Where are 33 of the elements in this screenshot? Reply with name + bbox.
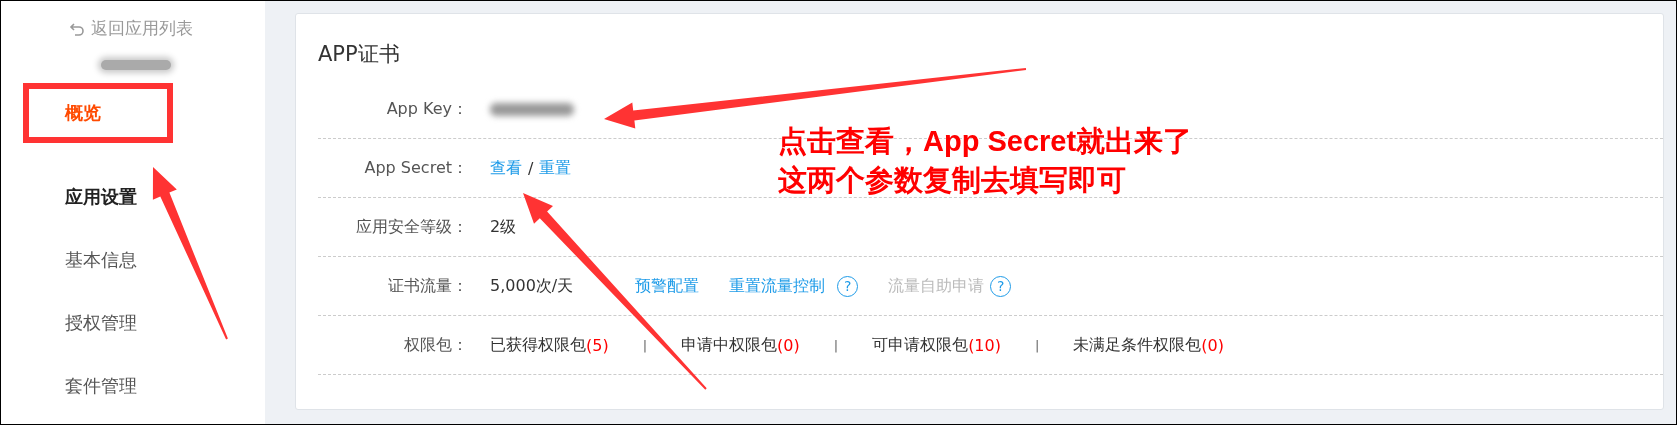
- card-title: APP证书: [318, 41, 400, 68]
- field-label: App Key：: [385, 98, 469, 120]
- sidebar-item[interactable]: 概览: [23, 83, 173, 143]
- sidebar-item[interactable]: 套件管理: [23, 356, 143, 416]
- undo-icon: [69, 20, 85, 37]
- field-value: 可申请权限包: [872, 334, 969, 356]
- field-value: 2级: [490, 216, 517, 238]
- sidebar-item[interactable]: 授权管理: [23, 293, 143, 353]
- count: (0): [1201, 335, 1225, 355]
- count: (0): [777, 335, 800, 355]
- link[interactable]: 查看: [490, 157, 522, 179]
- annotation-text: 点击查看，App Secret就出来了: [778, 124, 1193, 159]
- field-value: /: [528, 158, 534, 178]
- field-label: 权限包：: [403, 334, 469, 356]
- field-label: 证书流量：: [387, 275, 469, 297]
- separator: |: [642, 337, 648, 353]
- back-link[interactable]: 返回应用列表: [69, 17, 193, 40]
- sidebar-item[interactable]: 基本信息: [23, 230, 143, 290]
- field-value: 未满足条件权限包: [1073, 334, 1202, 356]
- annotation-text: 这两个参数复制去填写即可: [778, 162, 1127, 198]
- field-label: App Secret：: [363, 157, 469, 179]
- separator: |: [1034, 337, 1040, 353]
- field-value: 5,000次/天: [490, 275, 574, 297]
- field-value: 已获得权限包: [490, 334, 586, 356]
- link[interactable]: 预警配置: [635, 275, 700, 297]
- sidebar-item[interactable]: 应用设置: [23, 167, 143, 227]
- count: (10): [968, 335, 1001, 355]
- link[interactable]: 重置流量控制: [729, 275, 826, 297]
- field-label: 应用安全等级：: [355, 216, 469, 238]
- field-value: 申请中权限包: [681, 334, 778, 356]
- separator: |: [833, 337, 839, 353]
- link[interactable]: 重置: [539, 157, 572, 179]
- count: (5): [586, 335, 609, 355]
